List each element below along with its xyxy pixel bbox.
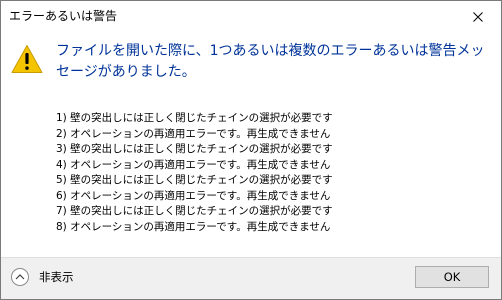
message-list: 1) 壁の突出しには正しく閉じたチェインの選択が必要です 2) オペレーションの… xyxy=(56,111,333,235)
warning-icon xyxy=(11,45,43,73)
message-item: 1) 壁の突出しには正しく閉じたチェインの選択が必要です xyxy=(56,112,333,124)
error-warning-dialog: エラーあるいは警告 ファイルを開いた際に、1つあるいは複数のエラーあるいは警告メ… xyxy=(0,0,502,300)
message-item: 4) オペレーションの再適用エラーです。再生成できません xyxy=(56,158,331,171)
close-icon xyxy=(473,11,483,22)
message-item: 2) オペレーションの再適用エラーです。再生成できません xyxy=(56,127,331,140)
dialog-footer: 非表示 OK xyxy=(1,257,501,299)
hide-details-label[interactable]: 非表示 xyxy=(39,269,74,285)
hide-details-toggle[interactable]: 非表示 xyxy=(11,268,74,286)
message-item: 6) オペレーションの再適用エラーです。再生成できません xyxy=(56,189,331,202)
message-item: 8) オペレーションの再適用エラーです。再生成できません xyxy=(56,220,331,233)
chevron-up-icon xyxy=(15,274,25,280)
ok-button[interactable]: OK xyxy=(415,266,489,288)
message-item: 7) 壁の突出しには正しく閉じたチェインの選択が必要です xyxy=(56,205,333,217)
title-bar: エラーあるいは警告 xyxy=(1,1,501,32)
message-item: 3) 壁の突出しには正しく閉じたチェインの選択が必要です xyxy=(56,143,333,155)
close-button[interactable] xyxy=(455,1,501,32)
expander-button[interactable] xyxy=(11,268,29,286)
dialog-content: ファイルを開いた際に、1つあるいは複数のエラーあるいは警告メッセージがありました… xyxy=(1,32,501,258)
main-instruction: ファイルを開いた際に、1つあるいは複数のエラーあるいは警告メッセージがありました… xyxy=(56,43,485,80)
window-title: エラーあるいは警告 xyxy=(9,9,118,23)
message-item: 5) 壁の突出しには正しく閉じたチェインの選択が必要です xyxy=(56,174,333,186)
